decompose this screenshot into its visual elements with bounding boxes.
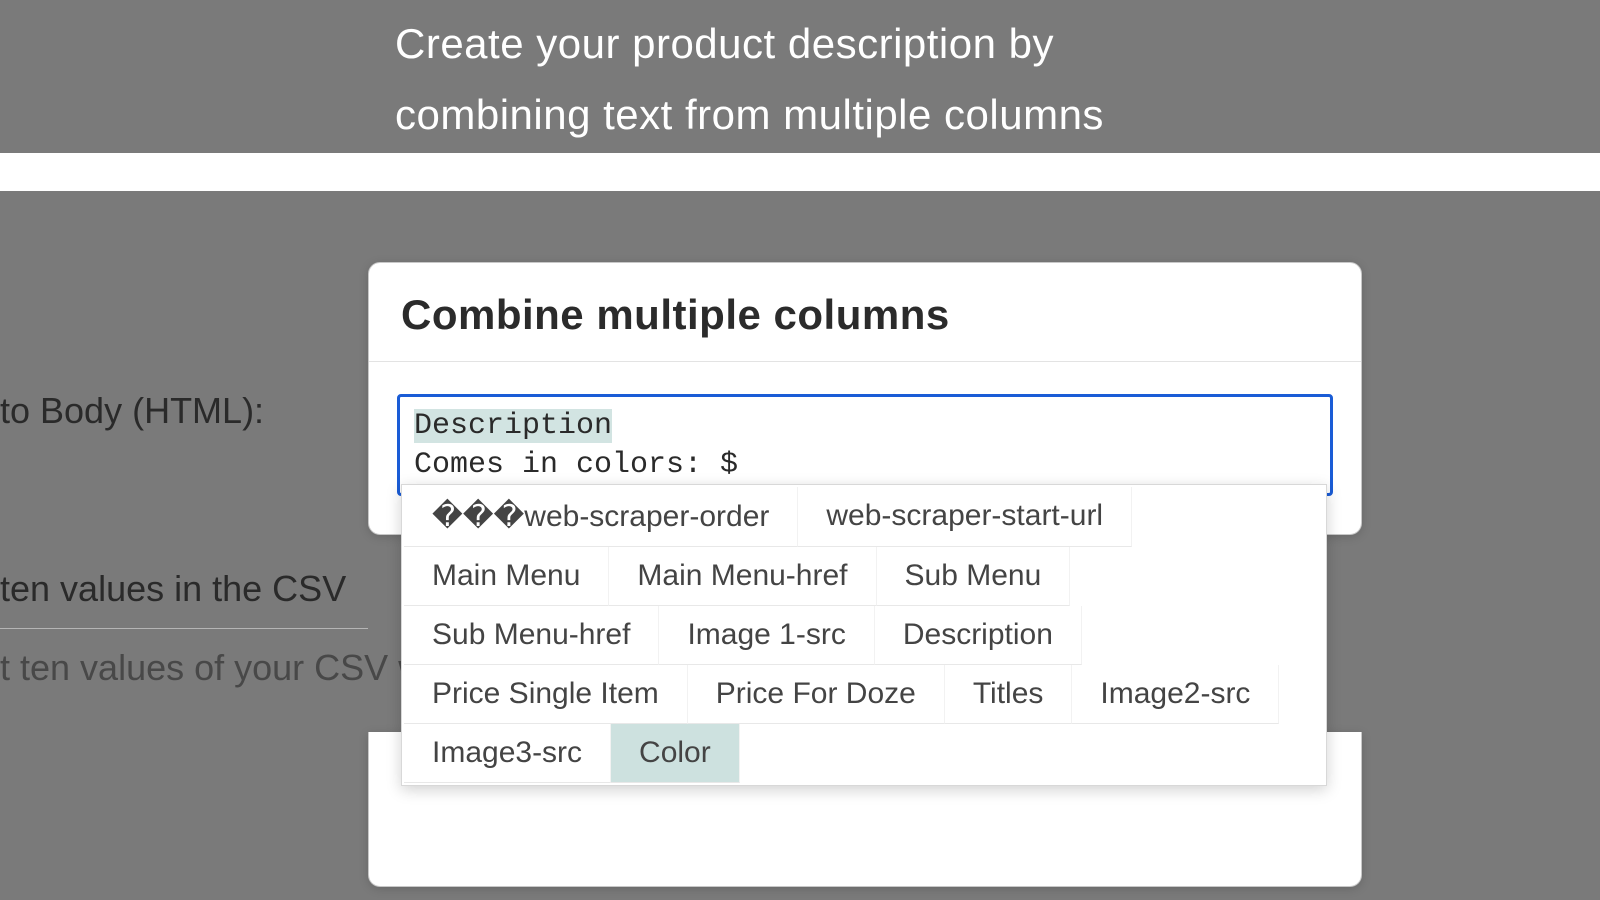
separator-strip <box>0 153 1600 191</box>
page-instruction: Create your product description by combi… <box>0 0 1600 151</box>
modal-header: Combine multiple columns <box>369 263 1361 362</box>
template-token-highlighted: Description <box>414 409 612 443</box>
column-option-image1-src[interactable]: Image 1-src <box>659 606 874 665</box>
template-text-rest: Comes in colors: $ <box>414 448 738 482</box>
column-option-main-menu-href[interactable]: Main Menu-href <box>609 547 876 606</box>
column-option-sub-menu-href[interactable]: Sub Menu-href <box>404 606 659 665</box>
template-textarea[interactable]: Description Comes in colors: $ <box>397 394 1333 496</box>
page-instruction-line1: Create your product description by <box>395 8 1600 79</box>
background-label-csv-preview: t ten values of your CSV w <box>0 647 424 689</box>
column-option-web-scraper-order[interactable]: ���web-scraper-order <box>404 487 798 547</box>
column-autocomplete-dropdown: ���web-scraper-order web-scraper-start-u… <box>401 484 1327 786</box>
page-instruction-line2: combining text from multiple columns <box>395 79 1600 150</box>
column-option-web-scraper-start-url[interactable]: web-scraper-start-url <box>798 487 1132 547</box>
column-option-color[interactable]: Color <box>611 724 740 783</box>
column-option-price-for-doze[interactable]: Price For Doze <box>688 665 945 724</box>
column-option-image2-src[interactable]: Image2-src <box>1072 665 1279 724</box>
column-option-main-menu[interactable]: Main Menu <box>404 547 609 606</box>
background-divider <box>0 628 368 629</box>
column-option-titles[interactable]: Titles <box>945 665 1073 724</box>
modal-title: Combine multiple columns <box>401 291 1329 339</box>
background-label-body-html: to Body (HTML): <box>0 390 264 432</box>
column-option-image3-src[interactable]: Image3-src <box>404 724 611 783</box>
combine-columns-modal: Combine multiple columns Description Com… <box>368 262 1362 535</box>
column-option-description[interactable]: Description <box>875 606 1082 665</box>
column-option-price-single-item[interactable]: Price Single Item <box>404 665 688 724</box>
column-option-sub-menu[interactable]: Sub Menu <box>877 547 1071 606</box>
background-label-ten-values: ten values in the CSV <box>0 568 346 610</box>
modal-body: Description Comes in colors: $ ���web-sc… <box>369 362 1361 534</box>
